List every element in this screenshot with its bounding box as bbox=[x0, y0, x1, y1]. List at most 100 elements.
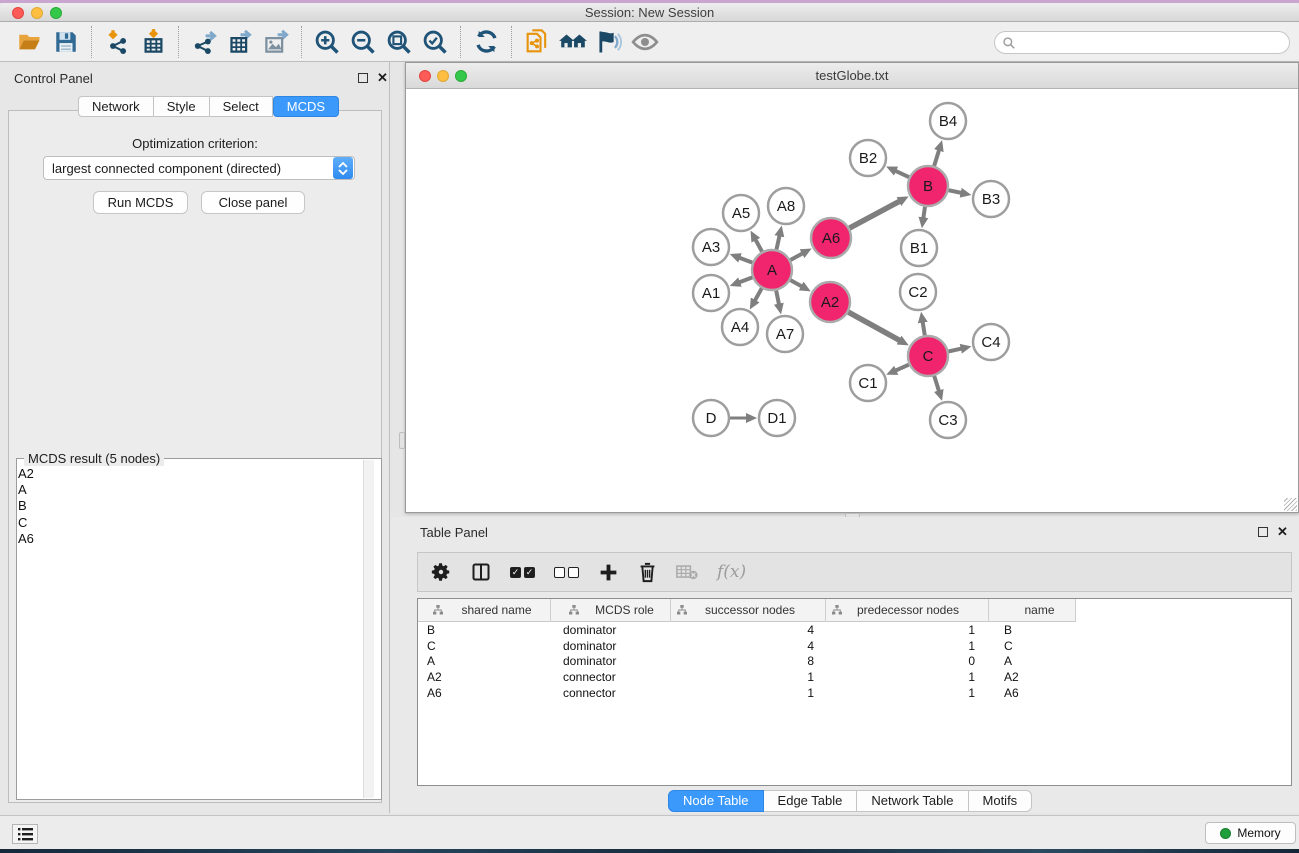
graph-node-C1[interactable]: C1 bbox=[850, 365, 886, 401]
tab-node-table[interactable]: Node Table bbox=[668, 790, 764, 812]
criterion-dropdown[interactable]: largest connected component (directed) bbox=[43, 156, 355, 180]
close-panel-button[interactable]: Close panel bbox=[201, 191, 305, 214]
table-row[interactable]: A dominator 8 0 A bbox=[418, 653, 1291, 669]
column-header-mcds-role[interactable]: MCDS role bbox=[551, 599, 671, 622]
graph-node-A8[interactable]: A8 bbox=[768, 188, 804, 224]
network-window-titlebar[interactable]: testGlobe.txt bbox=[406, 63, 1298, 89]
network-graph[interactable]: B4 B2 B B3 A8 A5 A6 A3 B1 A C2 A1 A2 A4A7 C4 C C1 C3 D D1 bbox=[406, 89, 1298, 512]
tab-select[interactable]: Select bbox=[210, 96, 273, 117]
toolbar-separator bbox=[91, 26, 92, 58]
zoom-out-button[interactable] bbox=[345, 24, 381, 60]
table-row[interactable]: C dominator 4 1 C bbox=[418, 638, 1291, 654]
graph-node-B1[interactable]: B1 bbox=[901, 230, 937, 266]
close-window-button[interactable] bbox=[12, 7, 24, 19]
svg-text:C: C bbox=[923, 348, 934, 365]
export-table-button[interactable] bbox=[222, 24, 258, 60]
graph-node-A6[interactable]: A6 bbox=[811, 218, 851, 258]
graph-node-C[interactable]: C bbox=[908, 336, 948, 376]
graph-node-C2[interactable]: C2 bbox=[900, 274, 936, 310]
open-session-button[interactable] bbox=[12, 24, 48, 60]
network-canvas[interactable]: B4 B2 B B3 A8 A5 A6 A3 B1 A C2 A1 A2 A4A7 C4 C C1 C3 D D1 bbox=[406, 89, 1298, 512]
control-panel-close-button[interactable]: ✕ bbox=[377, 72, 388, 84]
network-window: testGlobe.txt B4 B2 B B3 A8 A5 A6 A3 B1 A C2 A1 A2 A4… bbox=[405, 62, 1299, 513]
duplicate-network-button[interactable] bbox=[519, 24, 555, 60]
table-row[interactable]: A6 connector 1 1 A6 bbox=[418, 685, 1291, 701]
export-network-button[interactable] bbox=[186, 24, 222, 60]
deselect-all-button[interactable] bbox=[554, 557, 579, 587]
export-table-icon bbox=[227, 28, 254, 55]
graph-node-C3[interactable]: C3 bbox=[930, 402, 966, 438]
mcds-result-list[interactable]: A2 A B C A6 bbox=[18, 466, 362, 796]
network-zoom-button[interactable] bbox=[455, 70, 467, 82]
graph-node-A3[interactable]: A3 bbox=[693, 229, 729, 265]
tab-motifs[interactable]: Motifs bbox=[969, 790, 1033, 812]
graph-node-B4[interactable]: B4 bbox=[930, 103, 966, 139]
save-session-button[interactable] bbox=[48, 24, 84, 60]
graphics-details-toggle-button[interactable] bbox=[591, 24, 627, 60]
table-row[interactable]: A2 connector 1 1 A2 bbox=[418, 669, 1291, 685]
run-mcds-button[interactable]: Run MCDS bbox=[93, 191, 188, 214]
result-item[interactable]: B bbox=[18, 498, 362, 514]
refresh-layout-button[interactable] bbox=[468, 24, 504, 60]
result-item[interactable]: A6 bbox=[18, 531, 362, 547]
select-all-button[interactable]: ✓✓ bbox=[510, 557, 535, 587]
add-column-button[interactable] bbox=[598, 557, 619, 587]
memory-button[interactable]: Memory bbox=[1205, 822, 1296, 844]
zoom-window-button[interactable] bbox=[50, 7, 62, 19]
function-builder-button[interactable]: f(x) bbox=[717, 557, 746, 587]
graph-node-A7[interactable]: A7 bbox=[767, 316, 803, 352]
show-all-button[interactable] bbox=[627, 24, 663, 60]
network-close-button[interactable] bbox=[419, 70, 431, 82]
table-settings-button[interactable] bbox=[430, 557, 452, 587]
svg-text:A5: A5 bbox=[732, 205, 750, 222]
table-row[interactable]: B dominator 4 1 B bbox=[418, 622, 1291, 638]
graph-node-B[interactable]: B bbox=[908, 166, 948, 206]
tab-style[interactable]: Style bbox=[154, 96, 210, 117]
show-column-button[interactable] bbox=[471, 557, 491, 587]
result-scrollbar[interactable] bbox=[363, 460, 374, 798]
tab-network[interactable]: Network bbox=[78, 96, 154, 117]
import-network-button[interactable] bbox=[99, 24, 135, 60]
criterion-value: largest connected component (directed) bbox=[44, 161, 333, 176]
column-header-predecessor-nodes[interactable]: predecessor nodes bbox=[826, 599, 989, 622]
graph-node-A4[interactable]: A4 bbox=[722, 309, 758, 345]
window-resize-grip[interactable] bbox=[1284, 498, 1297, 511]
graph-node-A[interactable]: A bbox=[752, 250, 792, 290]
control-panel-float-button[interactable] bbox=[358, 73, 368, 83]
zoom-fit-button[interactable] bbox=[381, 24, 417, 60]
zoom-in-button[interactable] bbox=[309, 24, 345, 60]
column-header-shared-name[interactable]: shared name bbox=[418, 599, 551, 622]
node-table: shared name MCDS role successor nodes pr… bbox=[417, 598, 1292, 786]
tab-mcds[interactable]: MCDS bbox=[273, 96, 339, 117]
search-input[interactable] bbox=[1016, 34, 1289, 52]
table-panel-close-button[interactable]: ✕ bbox=[1277, 526, 1288, 538]
graph-node-A1[interactable]: A1 bbox=[693, 275, 729, 311]
vertical-splitter-handle[interactable] bbox=[399, 432, 405, 449]
graph-node-D[interactable]: D bbox=[693, 400, 729, 436]
graph-node-A5[interactable]: A5 bbox=[723, 195, 759, 231]
result-item[interactable]: A2 bbox=[18, 466, 362, 482]
minimize-window-button[interactable] bbox=[31, 7, 43, 19]
graph-node-D1[interactable]: D1 bbox=[759, 400, 795, 436]
import-table-button[interactable] bbox=[135, 24, 171, 60]
column-header-name[interactable]: name bbox=[989, 599, 1076, 622]
first-neighbors-button[interactable] bbox=[555, 24, 591, 60]
tab-network-table[interactable]: Network Table bbox=[857, 790, 968, 812]
tab-edge-table[interactable]: Edge Table bbox=[764, 790, 858, 812]
network-minimize-button[interactable] bbox=[437, 70, 449, 82]
graph-node-C4[interactable]: C4 bbox=[973, 324, 1009, 360]
svg-text:A1: A1 bbox=[702, 285, 720, 302]
delete-column-button[interactable] bbox=[638, 557, 657, 587]
delete-table-button[interactable] bbox=[676, 557, 698, 587]
result-item[interactable]: A bbox=[18, 482, 362, 498]
graph-node-A2[interactable]: A2 bbox=[810, 282, 850, 322]
export-image-button[interactable] bbox=[258, 24, 294, 60]
result-item[interactable]: C bbox=[18, 515, 362, 531]
graph-node-B3[interactable]: B3 bbox=[973, 181, 1009, 217]
zoom-selected-button[interactable] bbox=[417, 24, 453, 60]
graph-node-B2[interactable]: B2 bbox=[850, 140, 886, 176]
column-header-successor-nodes[interactable]: successor nodes bbox=[671, 599, 826, 622]
fx-icon: f(x) bbox=[717, 562, 746, 582]
task-history-button[interactable] bbox=[12, 824, 38, 844]
table-panel-float-button[interactable] bbox=[1258, 527, 1268, 537]
